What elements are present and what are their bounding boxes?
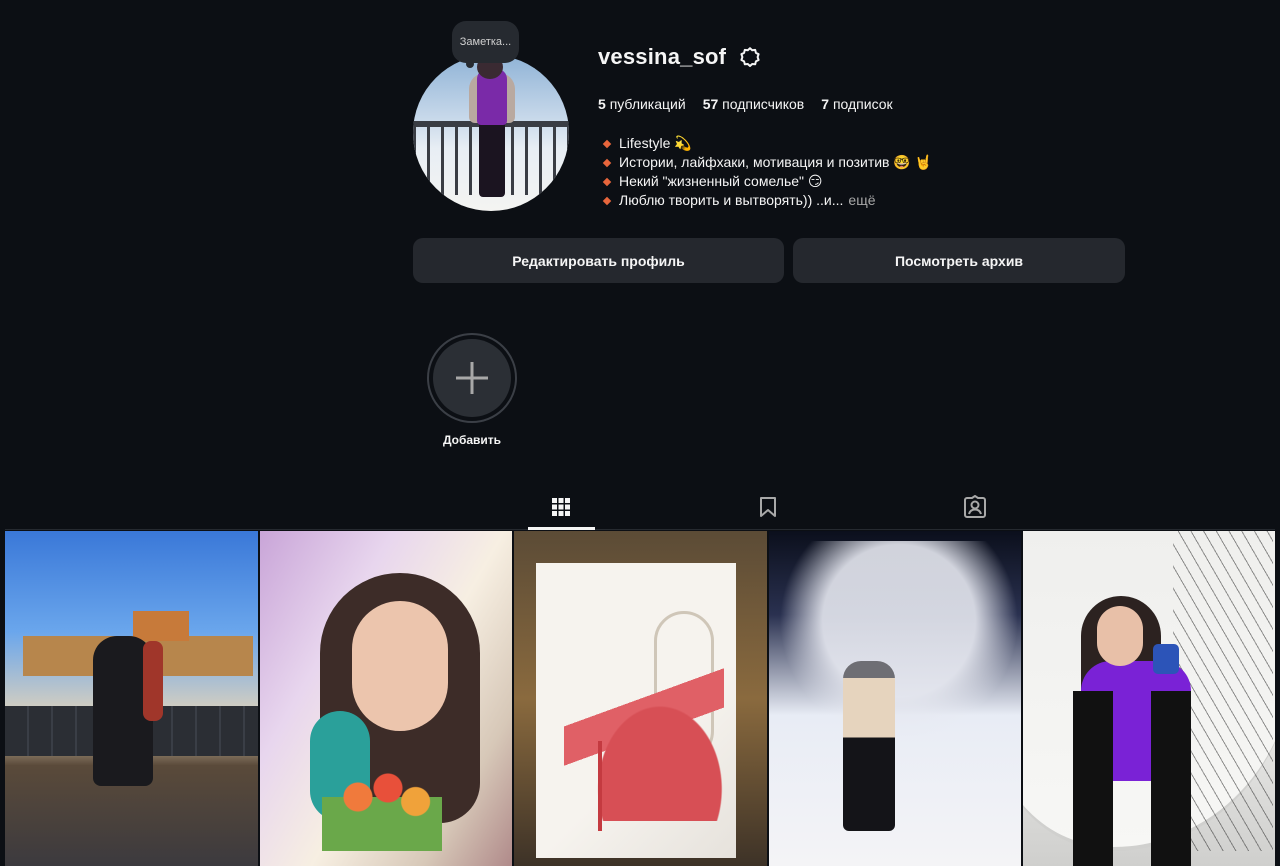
bio-text: Истории, лайфхаки, мотивация и позитив 🤓… [619,154,933,170]
photo-building-top [133,611,189,641]
note-bubble-tail [466,60,474,68]
note-bubble[interactable]: Заметка... [452,21,519,63]
settings-icon[interactable] [738,45,762,69]
bio-text: Некий "жизненный сомелье" 😏 [619,173,823,189]
username: vessina_sof [598,44,727,69]
post-thumbnail[interactable] [5,531,258,866]
bio-line: Люблю творить и вытворять)) ..и... ещё [602,191,932,210]
bio-line: Истории, лайфхаки, мотивация и позитив 🤓… [602,153,933,172]
tab-posts[interactable] [541,490,581,524]
photo-phone [1153,644,1179,674]
bullet-icon [602,177,612,186]
post-thumbnail[interactable] [769,531,1021,866]
profile-page: Заметка... vessina_sof 5 публикаций 57 п… [0,0,1280,866]
photo-snowy-tree [779,541,1019,741]
add-highlight-button[interactable] [427,333,517,423]
tagged-icon [964,495,986,518]
add-highlight-inner [433,339,511,417]
photo-face [1097,606,1143,666]
bio-line: Некий "жизненный сомелье" 😏 [602,172,932,191]
bio: Lifestyle 💫 Истории, лайфхаки, мотивация… [602,134,933,210]
profile-stats: 5 публикаций 57 подписчиков 7 подписок [598,96,893,112]
post-thumbnail[interactable] [1023,531,1275,866]
bio-text: Lifestyle 💫 [619,135,692,151]
bookmark-icon [760,497,776,517]
bullet-icon [602,139,612,148]
drawing-shoe [564,661,724,821]
photo-tulips [322,761,442,851]
bullet-icon [602,158,612,167]
photo-vest-right [1151,691,1191,866]
tab-tagged[interactable] [955,490,995,524]
avatar-person-legs [479,121,505,197]
followers-count: 57 [702,96,719,112]
note-text: Заметка... [459,36,512,48]
bullet-icon [602,196,612,205]
view-archive-button[interactable]: Посмотреть архив [793,238,1125,283]
avatar[interactable] [413,55,569,211]
following-label: подписок [832,96,893,112]
photo-person [843,661,895,831]
active-tab-indicator [528,527,595,530]
photo-face [352,601,448,731]
posts-count: 5 [598,96,606,112]
bio-line: Lifestyle 💫 [602,134,932,153]
edit-profile-button[interactable]: Редактировать профиль [413,238,784,283]
posts-stat: 5 публикаций [598,96,686,112]
photo-hair [143,641,163,721]
plus-icon [456,362,488,394]
tabs-divider [5,529,1275,530]
drawing-heel [598,741,602,831]
following-stat[interactable]: 7 подписок [821,96,892,112]
photo-vest-left [1073,691,1113,866]
followers-label: подписчиков [722,96,805,112]
posts-label: публикаций [609,96,686,112]
post-thumbnail[interactable] [514,531,767,866]
grid-icon [552,498,570,516]
tab-saved[interactable] [748,490,788,524]
bio-more-link[interactable]: ещё [848,191,875,210]
add-highlight-label: Добавить [442,433,502,447]
bio-text: Люблю творить и вытворять)) ..и... [619,192,844,208]
post-thumbnail[interactable] [260,531,512,866]
followers-stat[interactable]: 57 подписчиков [703,96,805,112]
following-count: 7 [821,96,830,112]
